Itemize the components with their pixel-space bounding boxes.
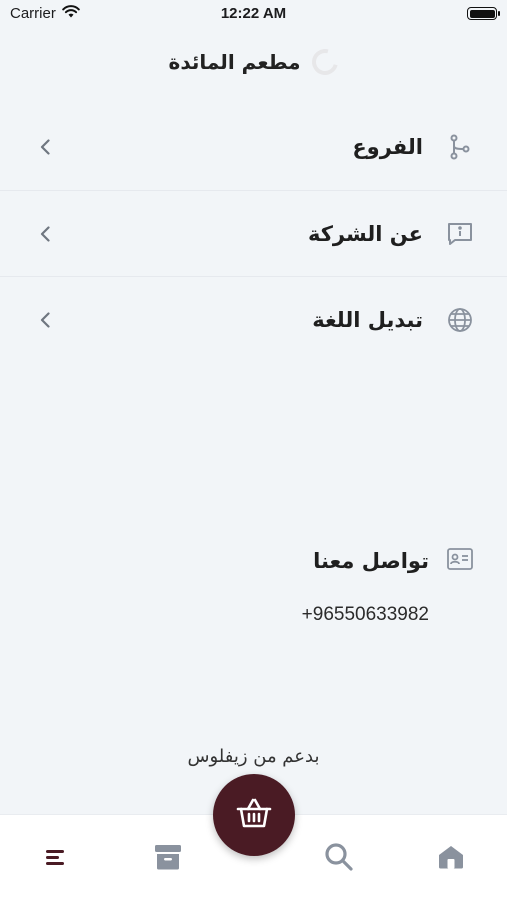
- logo-icon: [307, 44, 344, 80]
- search-icon[interactable]: [323, 841, 355, 873]
- header: مطعم المائدة: [0, 40, 507, 84]
- battery-icon: [467, 7, 500, 20]
- branches-icon: [447, 134, 473, 160]
- chevron-left-icon: [38, 223, 52, 245]
- menu-item-label: تبديل اللغة: [312, 307, 423, 332]
- contact-header: تواصل معنا: [313, 548, 473, 574]
- contact-card-icon: [447, 548, 473, 574]
- basket-icon: [236, 797, 272, 833]
- menu-item-about[interactable]: عن الشركة: [0, 190, 507, 276]
- status-bar: Carrier 12:22 AM: [0, 0, 507, 28]
- contact-title: تواصل معنا: [313, 549, 429, 573]
- menu-item-label: الفروع: [352, 135, 423, 159]
- menu-item-branches[interactable]: الفروع: [0, 104, 507, 190]
- menu-item-label: عن الشركة: [307, 221, 423, 246]
- chevron-left-icon: [38, 136, 52, 158]
- powered-by-label: بدعم من زيفلوس: [187, 746, 320, 767]
- chevron-left-icon: [38, 309, 52, 331]
- settings-menu: الفروع عن الشركة تبديل اللغة: [0, 104, 507, 362]
- info-message-icon: [447, 221, 473, 247]
- cart-fab-button[interactable]: [213, 774, 295, 856]
- page-title: مطعم المائدة: [168, 50, 301, 74]
- box-icon[interactable]: [152, 841, 184, 873]
- menu-item-language[interactable]: تبديل اللغة: [0, 276, 507, 362]
- status-time: 12:22 AM: [220, 5, 287, 22]
- globe-icon: [447, 307, 473, 333]
- contact-section: تواصل معنا +96550633982: [173, 548, 473, 638]
- menu-icon[interactable]: [40, 841, 72, 873]
- contact-phone-link[interactable]: +96550633982: [302, 604, 429, 626]
- home-icon[interactable]: [435, 841, 467, 873]
